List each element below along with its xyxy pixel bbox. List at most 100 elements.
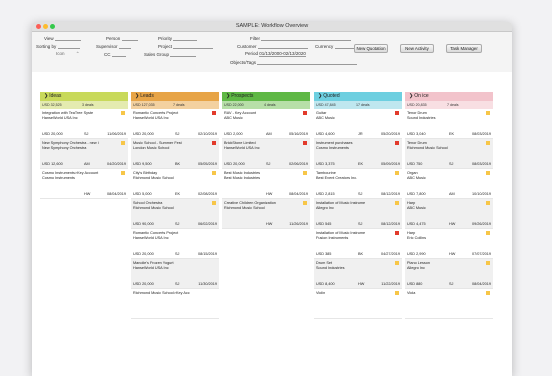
deal-card[interactable]: BrickStone Limited HanseWorld USA Inc USD … xyxy=(222,139,310,169)
deal-card[interactable]: Drum Set Sound Industries USD 8,400 HW 11/22… xyxy=(314,259,402,289)
column-summary: USD 32,525 3 deals xyxy=(40,101,128,109)
deal-card[interactable]: Best Music Industries Best Music Industri… xyxy=(222,169,310,199)
priority-flag-icon xyxy=(303,201,307,205)
deal-card[interactable]: Cosmo Instruments>Key Account Cosmo Instr… xyxy=(40,169,128,199)
deal-date: 08/03/2019 xyxy=(471,162,491,166)
deal-amount: USD 2,815 xyxy=(316,192,335,196)
deal-title: Violin xyxy=(316,291,326,295)
deal-customer: ABC Music xyxy=(224,116,243,120)
project-field[interactable] xyxy=(173,43,214,49)
deal-date: 05/16/2019 xyxy=(288,132,308,136)
deal-title: Best Music Industries xyxy=(224,171,261,175)
deal-title: Tenor Drum xyxy=(407,141,427,145)
deal-person: HW xyxy=(84,192,91,196)
deal-card[interactable]: Creative Children Organization Richmond M… xyxy=(222,199,310,229)
deal-customer: Richmond Music School xyxy=(224,206,265,210)
deal-card[interactable]: Integration with TeaTree Syste HanseWorld… xyxy=(40,109,128,139)
column-total: USD 32,525 xyxy=(42,103,62,107)
deal-card[interactable]: Tenor Drum Sound Industries USD 3,040 EK 08/… xyxy=(405,109,493,139)
deal-card[interactable]: Installation of Music Instrume Fusion Ins… xyxy=(314,229,402,259)
sort-select[interactable]: Icon xyxy=(56,51,65,56)
deal-amount: USD 20,000 xyxy=(133,282,154,286)
deal-card[interactable]: Violin xyxy=(314,289,402,319)
salesgroup-field[interactable] xyxy=(170,51,197,57)
deal-date: 08/04/2019 xyxy=(471,282,491,286)
deal-card[interactable]: Harp ABC Music USD 4,475 HW 09/26/2019 xyxy=(405,199,493,229)
deal-card[interactable]: Harp Eric Collins USD 2,990 HW 07/07/2019 xyxy=(405,229,493,259)
deal-amount: USD 880 xyxy=(407,282,423,286)
column-header[interactable]: ❯Prospects xyxy=(222,92,310,101)
deal-amount: USD 12,600 xyxy=(42,162,63,166)
deal-card[interactable]: Guitar ABC Music USD 4,600 JR 05/20/2019 xyxy=(314,109,402,139)
column-header[interactable]: ❯Leads xyxy=(131,92,219,101)
deal-date: 08/15/2019 xyxy=(197,252,217,256)
deal-title: BrickStone Limited xyxy=(224,141,256,145)
column-on-ice: ❯On ice USD 20,835 7 deals Tenor Drum Sound … xyxy=(405,92,493,319)
deal-card[interactable]: Romantic Concerts Project HanseWorld USA … xyxy=(131,229,219,259)
priority-flag-icon xyxy=(486,231,490,235)
deal-card[interactable]: School Orchestra Richmond Music School USD… xyxy=(131,199,219,229)
deal-amount: USD 2,990 xyxy=(407,252,426,256)
deal-amount: USD 545 xyxy=(316,222,332,226)
cc-field[interactable] xyxy=(111,51,126,57)
column-title: On ice xyxy=(414,93,429,99)
column-title: Quoted xyxy=(323,93,340,99)
deal-person: SJ xyxy=(175,252,180,256)
objects-tags-field[interactable] xyxy=(257,59,358,65)
deal-card[interactable]: Richmond Music School>Key Acc xyxy=(131,289,219,319)
priority-flag-icon xyxy=(212,111,216,115)
deal-card[interactable]: Music School - Summer Fest London Music S… xyxy=(131,139,219,169)
column-leads: ❯Leads USD 127,035 7 deals Romantic Concert… xyxy=(131,92,219,319)
new-quotation-button[interactable]: New Quotation xyxy=(354,44,388,53)
deal-card[interactable]: Viola xyxy=(405,289,493,319)
column-header[interactable]: ❯Quoted xyxy=(314,92,402,101)
view-field[interactable] xyxy=(54,35,81,41)
deal-title: Piano Lesson xyxy=(407,261,431,265)
customer-field[interactable] xyxy=(257,43,308,49)
deal-customer: New Symphony Orchestra xyxy=(42,146,87,150)
deal-person: SJ xyxy=(175,132,180,136)
deal-title: Guitar xyxy=(316,111,327,115)
deal-customer: ABC Music xyxy=(316,116,335,120)
deal-card[interactable]: Piano Lesson Allegro Inc USD 880 SJ 08/04/20… xyxy=(405,259,493,289)
person-label: Person xyxy=(106,36,121,41)
deal-card[interactable]: Organ ABC Music USD 7,800 AM 10/10/2019 xyxy=(405,169,493,199)
task-manager-button[interactable]: Task Manager xyxy=(446,44,482,53)
supervisor-field[interactable] xyxy=(118,43,131,49)
deal-customer: HanseWorld USA Inc xyxy=(133,116,169,120)
deal-card[interactable]: Manolie's Frozen Yogurt HanseWorld USA In… xyxy=(131,259,219,289)
deal-card[interactable]: Instrument purchases Cosmo Instruments USD… xyxy=(314,139,402,169)
deal-card[interactable]: Romantic Concerts Project HanseWorld USA … xyxy=(131,109,219,139)
chevron-right-icon: ❯ xyxy=(318,93,323,99)
deal-card[interactable]: City's Birthday Richmond Music School USD … xyxy=(131,169,219,199)
filter-field[interactable] xyxy=(261,35,352,41)
chevron-updown-icon[interactable]: ⌃ xyxy=(76,51,80,56)
deal-title: Installation of Music Instrume xyxy=(316,231,366,235)
deal-person: SJ xyxy=(449,282,454,286)
deal-card[interactable]: Installation of Music Instrume Allegro In… xyxy=(314,199,402,229)
priority-flag-icon xyxy=(486,261,490,265)
deal-customer: Cosmo Instruments xyxy=(42,176,75,180)
deal-date: 05/20/2019 xyxy=(380,132,400,136)
column-quoted: ❯Quoted USD 47,845 17 deals Guitar ABC Music… xyxy=(314,92,402,319)
priority-flag-icon xyxy=(395,291,399,295)
deal-card[interactable]: New Symphony Orchestra - new i New Sympho… xyxy=(40,139,128,169)
deal-title: Instrument purchases xyxy=(316,141,353,145)
deal-card[interactable]: Tenor Drum Richmond Music School USD 750 SJ… xyxy=(405,139,493,169)
deal-card[interactable]: Tambourine Best Event Creators Inc. USD 2,… xyxy=(314,169,402,199)
period-field[interactable]: 01/13/2000-02/13/2020 xyxy=(259,51,306,57)
column-header[interactable]: ❯On ice xyxy=(405,92,493,101)
priority-flag-icon xyxy=(486,111,490,115)
chevron-right-icon: ❯ xyxy=(226,93,231,99)
deal-title: Viola xyxy=(407,291,416,295)
deal-person: SJ xyxy=(449,162,454,166)
sorting-field[interactable] xyxy=(57,43,80,49)
deal-date: 11/26/2019 xyxy=(289,222,308,226)
person-field[interactable] xyxy=(121,35,138,41)
new-activity-button[interactable]: New Activity xyxy=(400,44,434,53)
priority-field[interactable] xyxy=(173,35,198,41)
column-header[interactable]: ❯Ideas xyxy=(40,92,128,101)
deal-amount: USD 20,000 xyxy=(133,252,154,256)
deal-card[interactable]: RAV - Key Account ABC Music USD 2,000 AM 05/… xyxy=(222,109,310,139)
deal-title: Cosmo Instruments>Key Account xyxy=(42,171,99,175)
